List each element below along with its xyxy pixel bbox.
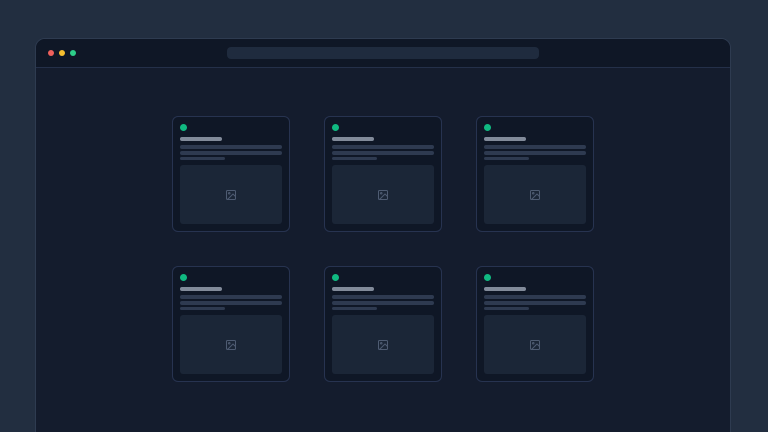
close-window-button[interactable]	[48, 50, 54, 56]
page-background: { "app": { "type": "browser-window-skele…	[0, 0, 768, 432]
status-dot	[332, 124, 339, 131]
card-image-placeholder	[332, 315, 434, 374]
card-text-skeleton-line-3	[332, 157, 377, 161]
status-dot	[484, 274, 491, 281]
card-text-skeleton-line-2	[484, 151, 586, 155]
status-dot	[484, 124, 491, 131]
card-title-skeleton	[180, 137, 222, 141]
card-title-skeleton	[484, 287, 526, 291]
maximize-window-button[interactable]	[70, 50, 76, 56]
card-title-skeleton	[332, 287, 374, 291]
card-text-skeleton-line-2	[180, 301, 282, 305]
card-2[interactable]	[324, 116, 442, 232]
page-content	[36, 68, 730, 432]
image-icon	[377, 339, 389, 351]
card-text-skeleton-line-3	[484, 157, 529, 161]
status-dot	[332, 274, 339, 281]
card-6[interactable]	[476, 266, 594, 382]
card-text-skeleton-line-3	[180, 157, 225, 161]
traffic-lights	[48, 50, 76, 56]
card-text-skeleton-line-2	[180, 151, 282, 155]
image-icon	[225, 339, 237, 351]
card-3[interactable]	[476, 116, 594, 232]
image-icon	[377, 189, 389, 201]
url-bar[interactable]	[227, 47, 539, 59]
status-dot	[180, 124, 187, 131]
image-icon	[529, 339, 541, 351]
card-text-skeleton-line-3	[332, 307, 377, 311]
card-text-skeleton-line-1	[484, 145, 586, 149]
card-title-skeleton	[484, 137, 526, 141]
browser-window	[35, 38, 731, 432]
card-text-skeleton-line-1	[332, 145, 434, 149]
minimize-window-button[interactable]	[59, 50, 65, 56]
status-dot	[180, 274, 187, 281]
card-image-placeholder	[332, 165, 434, 224]
card-text-skeleton-line-2	[332, 151, 434, 155]
card-title-skeleton	[332, 137, 374, 141]
card-text-skeleton-line-2	[484, 301, 586, 305]
card-text-skeleton-line-1	[180, 145, 282, 149]
card-4[interactable]	[172, 266, 290, 382]
card-text-skeleton-line-2	[332, 301, 434, 305]
image-icon	[529, 189, 541, 201]
image-icon	[225, 189, 237, 201]
card-1[interactable]	[172, 116, 290, 232]
card-title-skeleton	[180, 287, 222, 291]
card-text-skeleton-line-1	[332, 295, 434, 299]
card-text-skeleton-line-3	[484, 307, 529, 311]
card-text-skeleton-line-1	[180, 295, 282, 299]
window-titlebar[interactable]	[36, 39, 730, 68]
card-image-placeholder	[180, 315, 282, 374]
card-image-placeholder	[484, 315, 586, 374]
card-text-skeleton-line-3	[180, 307, 225, 311]
card-text-skeleton-line-1	[484, 295, 586, 299]
card-grid	[36, 116, 730, 382]
card-5[interactable]	[324, 266, 442, 382]
card-image-placeholder	[484, 165, 586, 224]
card-image-placeholder	[180, 165, 282, 224]
